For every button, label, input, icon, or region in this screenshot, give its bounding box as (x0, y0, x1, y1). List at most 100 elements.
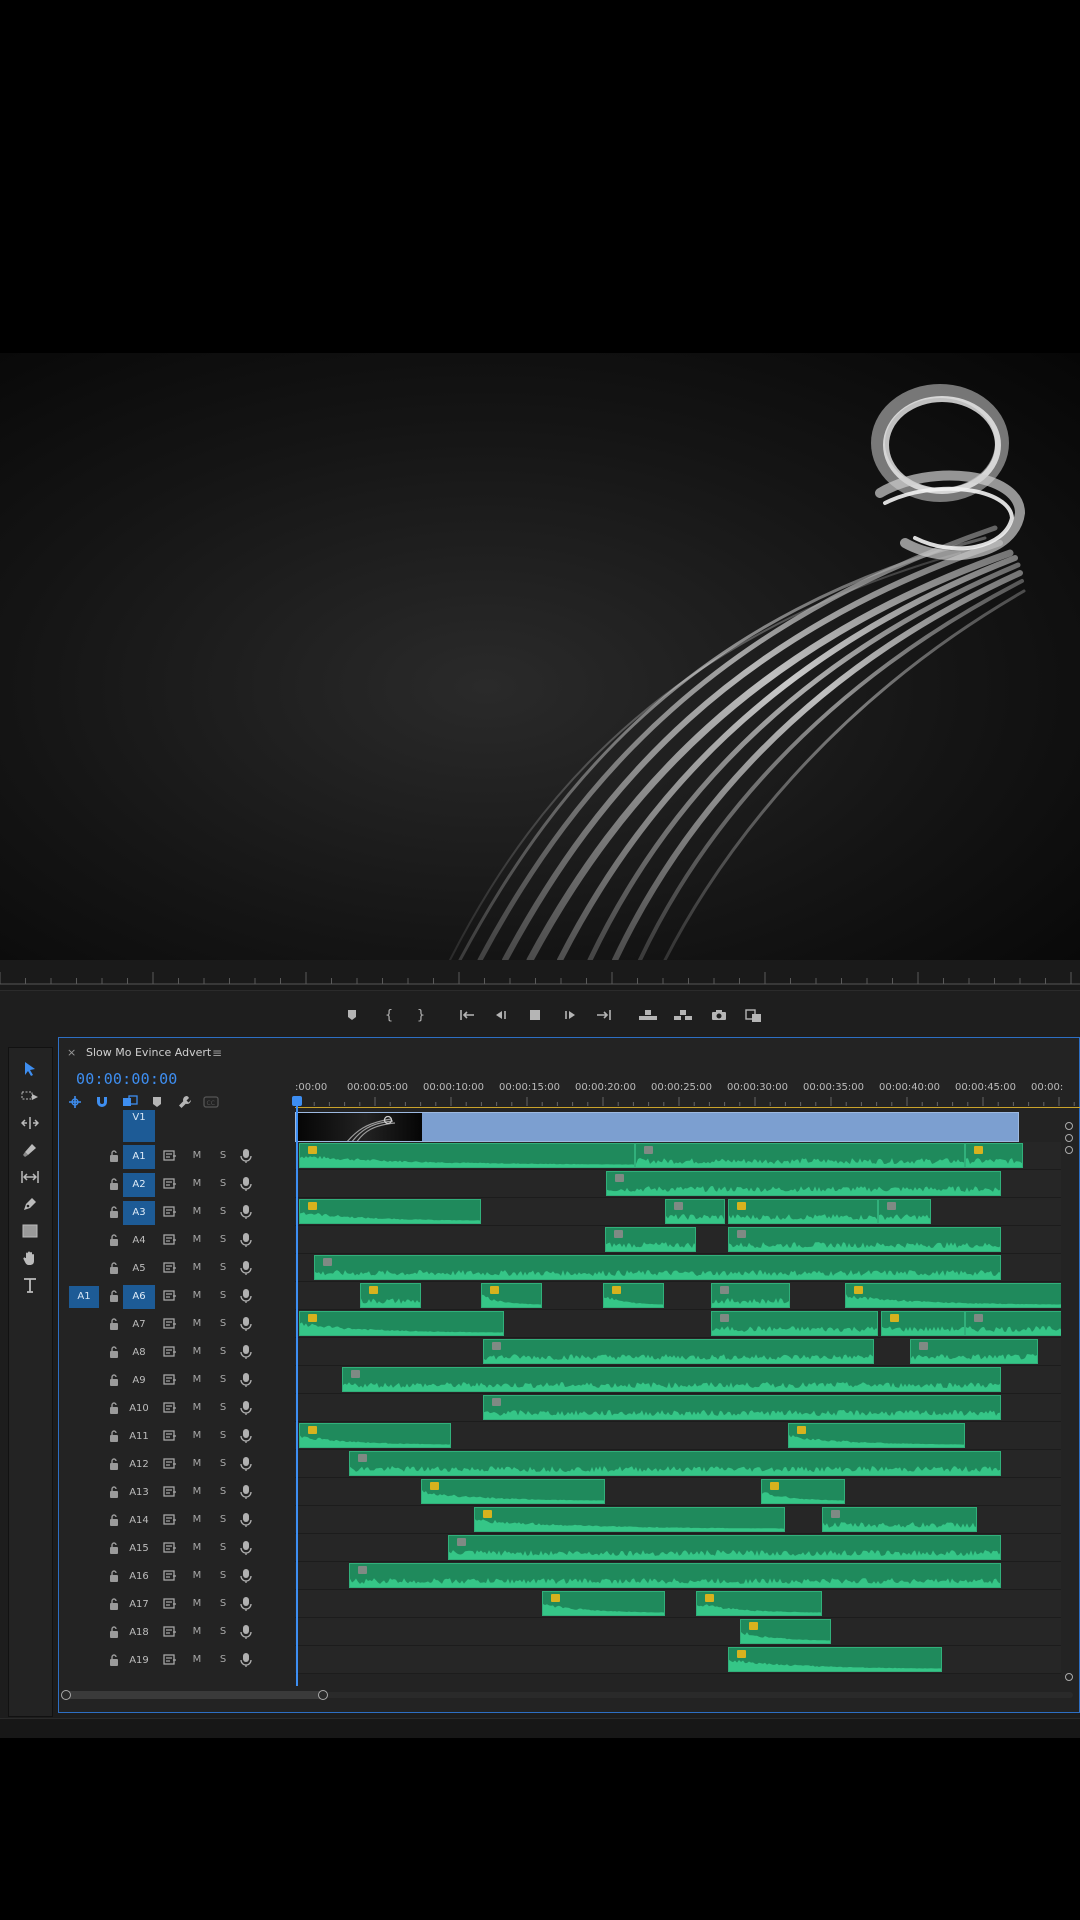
solo-track-button[interactable]: S (214, 1426, 232, 1446)
audio-clip[interactable] (710, 1311, 879, 1336)
track-header-a19[interactable]: A19 M S (59, 1646, 295, 1674)
track-header-a15[interactable]: A15 M S (59, 1534, 295, 1562)
audio-clip[interactable] (606, 1171, 1002, 1196)
lock-track-icon[interactable] (107, 1260, 121, 1276)
audio-clip[interactable] (665, 1199, 725, 1224)
track-lane-a10[interactable] (295, 1394, 1061, 1422)
hand-tool[interactable] (17, 1246, 43, 1270)
audio-clip[interactable] (349, 1563, 1002, 1588)
lock-track-icon[interactable] (107, 1484, 121, 1500)
track-lane-a16[interactable] (295, 1562, 1061, 1590)
snap-toggle-button[interactable] (91, 1094, 113, 1110)
sync-lock-icon[interactable] (163, 1598, 177, 1610)
mute-track-button[interactable]: M (188, 1342, 206, 1362)
sync-lock-icon[interactable] (163, 1346, 177, 1358)
solo-track-button[interactable]: S (214, 1398, 232, 1418)
sync-lock-icon[interactable] (163, 1234, 177, 1246)
linked-selection-button[interactable] (119, 1094, 141, 1110)
solo-track-button[interactable]: S (214, 1566, 232, 1586)
audio-clip[interactable] (710, 1283, 790, 1308)
horizontal-zoom-scrollbar[interactable] (61, 1687, 1077, 1703)
track-lane-v1[interactable] (295, 1110, 1061, 1142)
mute-track-button[interactable]: M (188, 1538, 206, 1558)
sync-lock-icon[interactable] (163, 1570, 177, 1582)
track-header-a16[interactable]: A16 M S (59, 1562, 295, 1590)
track-target-a4[interactable]: A4 (123, 1229, 155, 1253)
audio-clip[interactable] (604, 1227, 696, 1252)
track-lane-a8[interactable] (295, 1338, 1061, 1366)
vscroll-upper-knob[interactable] (1065, 1146, 1073, 1154)
audio-clip[interactable] (727, 1199, 879, 1224)
monitor-time-ruler[interactable] (0, 960, 1080, 991)
track-header-a10[interactable]: A10 M S (59, 1394, 295, 1422)
audio-clip[interactable] (603, 1283, 664, 1308)
hscroll-thumb[interactable] (65, 1691, 323, 1699)
microphone-icon[interactable] (239, 1652, 253, 1668)
track-header-a18[interactable]: A18 M S (59, 1618, 295, 1646)
track-lane-a1[interactable] (295, 1142, 1061, 1170)
sync-lock-icon[interactable] (163, 1206, 177, 1218)
track-header-a4[interactable]: A4 M S (59, 1226, 295, 1254)
lock-track-icon[interactable] (107, 1372, 121, 1388)
track-header-a12[interactable]: A12 M S (59, 1450, 295, 1478)
microphone-icon[interactable] (239, 1540, 253, 1556)
rectangle-tool[interactable] (17, 1219, 43, 1243)
mute-track-button[interactable]: M (188, 1510, 206, 1530)
track-lane-a2[interactable] (295, 1170, 1061, 1198)
vscroll-bottom-knob[interactable] (1065, 1673, 1073, 1681)
mute-track-button[interactable]: M (188, 1454, 206, 1474)
add-marker-button[interactable] (340, 1004, 364, 1028)
step-back-button[interactable] (488, 1004, 512, 1028)
track-target-a2[interactable]: A2 (123, 1173, 155, 1197)
audio-clip[interactable] (359, 1283, 421, 1308)
track-target-a13[interactable]: A13 (123, 1481, 155, 1505)
microphone-icon[interactable] (239, 1260, 253, 1276)
track-header-a14[interactable]: A14 M S (59, 1506, 295, 1534)
solo-track-button[interactable]: S (214, 1230, 232, 1250)
audio-clip[interactable] (739, 1619, 831, 1644)
audio-clip[interactable] (299, 1423, 451, 1448)
go-to-out-button[interactable] (592, 1004, 616, 1028)
video-clip[interactable] (295, 1112, 1019, 1142)
extract-button[interactable] (671, 1004, 695, 1028)
audio-clip[interactable] (482, 1339, 874, 1364)
mute-track-button[interactable]: M (188, 1426, 206, 1446)
audio-clip[interactable] (788, 1423, 965, 1448)
microphone-icon[interactable] (239, 1232, 253, 1248)
sync-lock-icon[interactable] (163, 1430, 177, 1442)
mute-track-button[interactable]: M (188, 1174, 206, 1194)
mark-in-button[interactable]: { (377, 1004, 401, 1028)
sync-lock-icon[interactable] (163, 1150, 177, 1162)
track-target-a18[interactable]: A18 (123, 1621, 155, 1645)
mark-out-button[interactable]: } (409, 1004, 433, 1028)
mute-track-button[interactable]: M (188, 1146, 206, 1166)
track-target-a15[interactable]: A15 (123, 1537, 155, 1561)
audio-clip[interactable] (878, 1199, 932, 1224)
solo-track-button[interactable]: S (214, 1314, 232, 1334)
sync-lock-icon[interactable] (163, 1290, 177, 1302)
track-lane-a15[interactable] (295, 1534, 1061, 1562)
track-target-a1[interactable]: A1 (123, 1145, 155, 1169)
sync-lock-icon[interactable] (163, 1374, 177, 1386)
audio-clip[interactable] (695, 1591, 822, 1616)
solo-track-button[interactable]: S (214, 1510, 232, 1530)
step-forward-button[interactable] (559, 1004, 583, 1028)
track-header-a17[interactable]: A17 M S (59, 1590, 295, 1618)
track-header-a3[interactable]: A3 M S (59, 1198, 295, 1226)
lock-track-icon[interactable] (107, 1540, 121, 1556)
hscroll-right-knob[interactable] (318, 1690, 328, 1700)
selection-tool[interactable] (17, 1057, 43, 1081)
stop-button[interactable] (523, 1004, 547, 1028)
lock-track-icon[interactable] (107, 1428, 121, 1444)
solo-track-button[interactable]: S (214, 1146, 232, 1166)
lift-button[interactable] (636, 1004, 660, 1028)
track-target-a5[interactable]: A5 (123, 1257, 155, 1281)
sync-lock-icon[interactable] (163, 1178, 177, 1190)
sync-lock-icon[interactable] (163, 1458, 177, 1470)
microphone-icon[interactable] (239, 1624, 253, 1640)
track-target-a11[interactable]: A11 (123, 1425, 155, 1449)
microphone-icon[interactable] (239, 1372, 253, 1388)
track-target-a14[interactable]: A14 (123, 1509, 155, 1533)
track-lane-a12[interactable] (295, 1450, 1061, 1478)
microphone-icon[interactable] (239, 1316, 253, 1332)
